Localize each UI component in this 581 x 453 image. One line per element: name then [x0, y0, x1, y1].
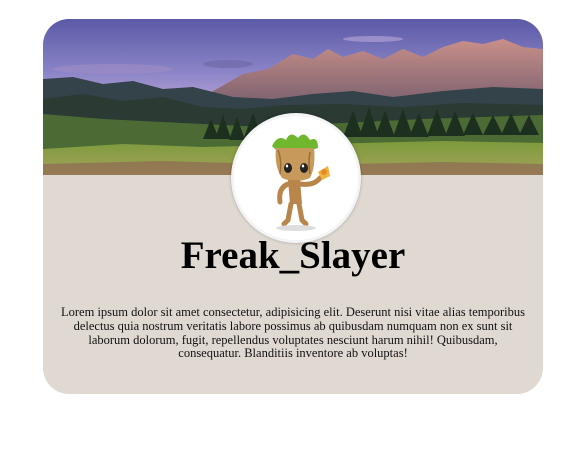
profile-bio: Lorem ipsum dolor sit amet consectetur, … [61, 305, 525, 361]
groot-figure-icon [234, 116, 358, 240]
profile-card: Freak_Slayer Lorem ipsum dolor sit amet … [43, 19, 543, 394]
avatar [231, 113, 361, 243]
profile-username: Freak_Slayer [180, 234, 406, 277]
